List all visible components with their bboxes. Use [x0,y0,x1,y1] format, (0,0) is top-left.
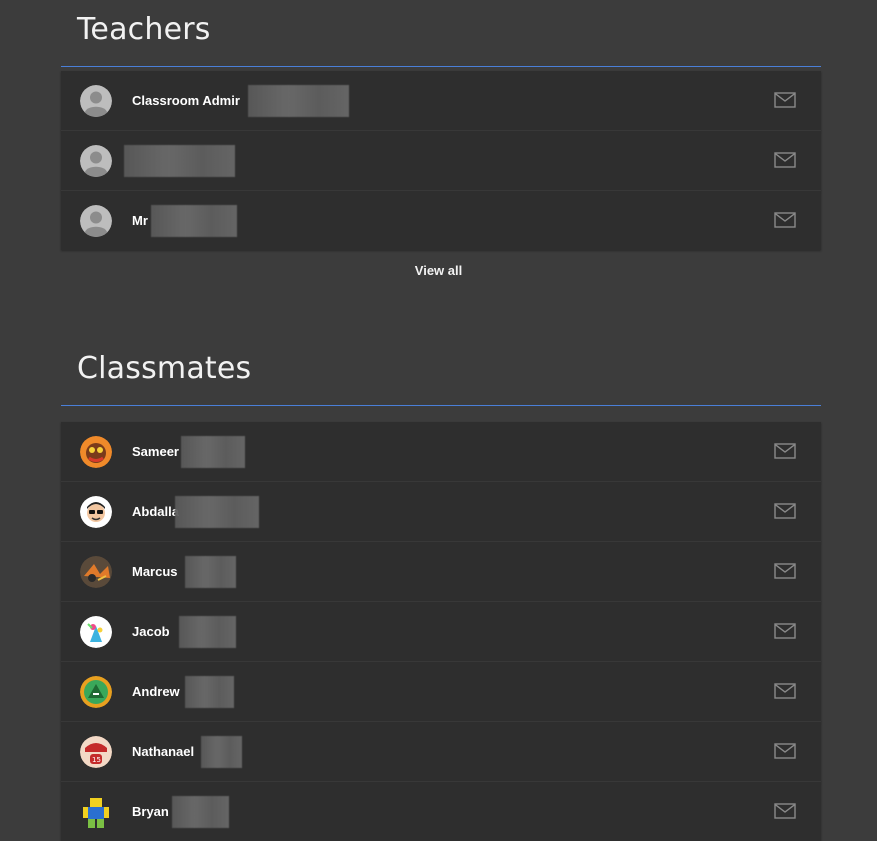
redacted-text [179,616,236,648]
classmate-row: Sameer [61,422,821,482]
avatar [80,556,112,588]
teachers-list: Classroom Admir Mr [61,71,821,250]
classmates-heading: Classmates [77,351,252,386]
svg-text:15: 15 [92,756,101,764]
redacted-text [151,205,237,237]
classmate-row: Bryan [61,782,821,841]
default-person-icon [80,145,112,177]
default-person-icon [80,85,112,117]
classmate-row: Abdalla [61,482,821,542]
classmate-name: Bryan [132,804,169,819]
view-all-link[interactable]: View all [0,263,877,278]
default-person-icon [80,205,112,237]
teacher-name: Mr [132,213,148,228]
classmate-row: Andrew [61,662,821,722]
teachers-divider [61,66,821,67]
redacted-text [124,145,235,177]
mail-icon[interactable] [774,212,796,228]
classmate-row: 15 Nathanael [61,722,821,782]
avatar [80,496,112,528]
classmate-row: Marcus [61,542,821,602]
classmates-divider [61,405,821,406]
classmates-list: Sameer Abdalla Marcus Jacob Andrew 15 Na… [61,422,821,841]
mail-icon[interactable] [774,92,796,108]
redacted-text [175,496,259,528]
classmate-name: Nathanael [132,744,195,759]
people-page: Teachers Classroom Admir Mr View all Cla… [0,0,877,841]
redacted-text [185,556,236,588]
classmate-name: Jacob [132,624,170,639]
teacher-row [61,131,821,191]
redacted-text [201,736,242,768]
classmate-name: Abdalla [132,504,179,519]
teacher-row: Classroom Admir [61,71,821,131]
mail-icon[interactable] [774,443,796,459]
teachers-heading: Teachers [77,12,211,47]
redacted-text [248,85,349,117]
mail-icon[interactable] [774,683,796,699]
teacher-name: Classroom Admir [132,93,240,108]
classmate-name: Sameer [132,444,179,459]
avatar [80,436,112,468]
redacted-text [181,436,245,468]
mail-icon[interactable] [774,503,796,519]
mail-icon[interactable] [774,563,796,579]
avatar [80,796,112,828]
classmate-name: Marcus [132,564,178,579]
avatar: 15 [80,736,112,768]
mail-icon[interactable] [774,743,796,759]
mail-icon[interactable] [774,803,796,819]
mail-icon[interactable] [774,152,796,168]
teacher-row: Mr [61,191,821,250]
avatar [80,676,112,708]
classmate-name: Andrew [132,684,180,699]
mail-icon[interactable] [774,623,796,639]
avatar [80,616,112,648]
redacted-text [172,796,229,828]
redacted-text [185,676,234,708]
classmate-row: Jacob [61,602,821,662]
